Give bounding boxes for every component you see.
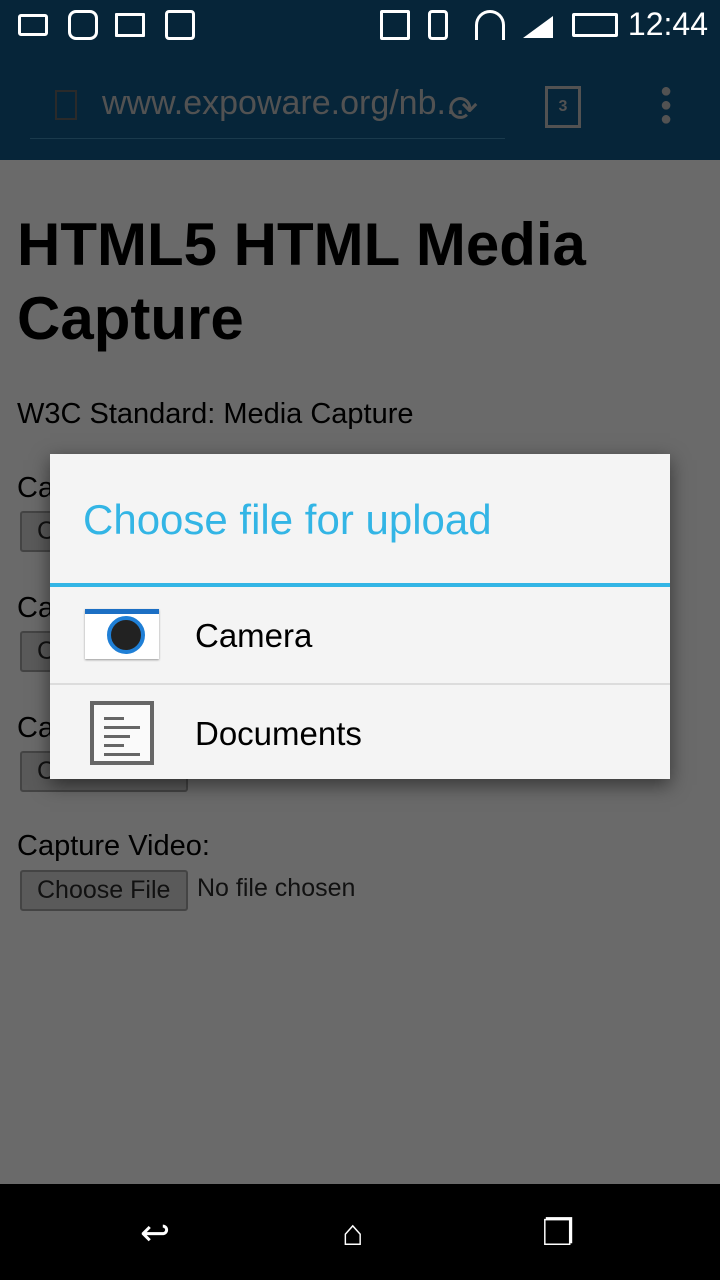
instagram-icon	[68, 10, 98, 40]
status-bar: 12:44	[0, 0, 720, 50]
page-subtitle: W3C Standard: Media Capture	[17, 398, 414, 430]
battery-icon	[572, 13, 618, 37]
navigation-bar: ↩ ⌂ ❐	[0, 1184, 720, 1280]
no-file-status: No file chosen	[197, 874, 356, 902]
choose-file-dialog: Choose file for upload Camera Documents	[50, 454, 670, 779]
camera-icon	[85, 609, 159, 659]
clock: 12:44	[627, 6, 708, 42]
overflow-menu-icon[interactable]: ● ● ●	[658, 81, 674, 129]
battery-saver-icon	[18, 14, 48, 36]
option-documents[interactable]: Documents	[50, 685, 670, 781]
back-icon[interactable]: ↩	[140, 1212, 170, 1254]
option-label: Documents	[195, 715, 362, 752]
document-icon	[90, 701, 154, 765]
page-title: HTML5 HTML Media Capture	[17, 211, 586, 352]
home-icon[interactable]: ⌂	[342, 1212, 364, 1254]
dialog-title: Choose file for upload	[83, 496, 492, 543]
capture-label: Ca	[17, 592, 55, 624]
reload-icon[interactable]: ⟳	[448, 88, 478, 130]
capture-label: Ca	[17, 472, 55, 504]
choose-file-button-video[interactable]: Choose File	[20, 870, 188, 911]
capture-video-label: Capture Video:	[17, 830, 210, 862]
gallery-icon	[115, 13, 145, 37]
vibrate-icon	[428, 10, 448, 40]
option-label: Camera	[195, 617, 313, 654]
recents-icon[interactable]: ❐	[542, 1212, 574, 1254]
url-field[interactable]: www.expoware.org/nb...	[102, 84, 465, 123]
shopping-check-icon	[165, 10, 195, 40]
wifi-icon	[475, 10, 505, 40]
capture-label: Ca	[17, 712, 55, 744]
page-icon	[55, 90, 77, 120]
browser-toolbar: www.expoware.org/nb... ⟳ 3 ● ● ●	[0, 50, 720, 160]
url-underline	[30, 138, 505, 139]
tabs-button[interactable]: 3	[545, 86, 581, 128]
nfc-icon	[380, 10, 410, 40]
option-camera[interactable]: Camera	[50, 587, 670, 683]
signal-icon	[523, 16, 553, 38]
